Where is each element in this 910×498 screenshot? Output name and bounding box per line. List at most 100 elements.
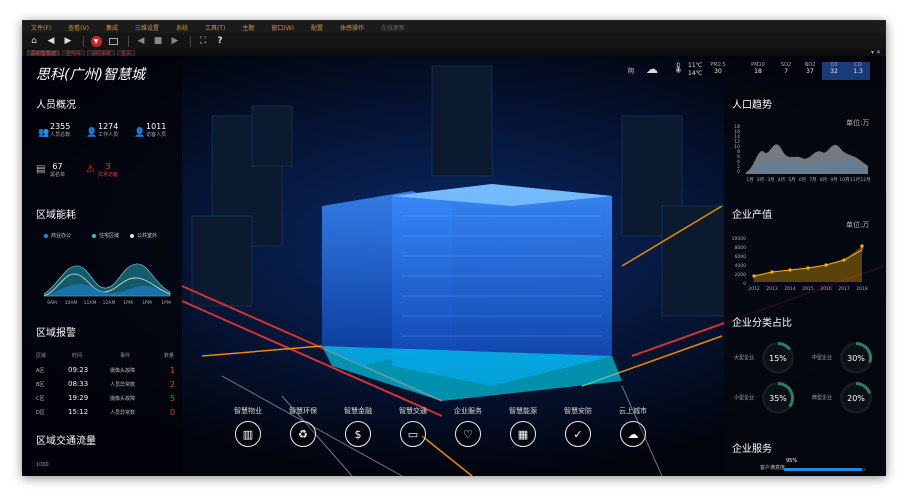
service-shortcut[interactable]: 智慧物业 ▥ (222, 406, 274, 447)
menu-item[interactable]: 查看(V) (68, 23, 89, 32)
toolbar-divider (190, 35, 191, 47)
menu-item[interactable]: 体感操作 (340, 23, 364, 32)
legend-dot (44, 233, 48, 238)
alarm-event: 摄像头故障 (110, 368, 136, 374)
blacklist-num: 67 (52, 162, 63, 171)
alarm-count: 2 (170, 380, 176, 389)
x-tick: 5月 (788, 177, 795, 183)
building-icon[interactable]: ▥ (235, 421, 261, 447)
traffic-y-top: 1000 (36, 462, 49, 468)
stat-label: 工作人员 (98, 132, 119, 138)
population-title: 人口趋势 (732, 100, 772, 111)
menu-item[interactable]: 在线更新 (381, 23, 405, 32)
x-tick: 2016 (820, 286, 832, 292)
alarm-time: 15:12 (68, 408, 89, 416)
blacklist-icon: ▤ (36, 164, 46, 175)
fullscreen-icon[interactable]: ⛶ (196, 34, 210, 48)
service-shortcut[interactable]: 智慧交通 ▭ (387, 406, 439, 447)
x-tick: 10月 (839, 177, 849, 183)
menu-item[interactable]: 文件(F) (31, 23, 51, 32)
service-label: 智慧金融 (344, 407, 372, 415)
menu-item[interactable]: 系统 (176, 23, 188, 32)
abnormal-stat: 3 异常访客 (98, 162, 118, 178)
alarm-count: 5 (170, 394, 176, 403)
stop-icon[interactable]: ■ (151, 34, 165, 48)
toolbar-divider (128, 35, 129, 47)
y-tick: 2000 (735, 272, 747, 278)
air-value: 18 (754, 68, 762, 75)
service-shortcut[interactable]: 云上城市 ☁ (607, 406, 659, 447)
money-bag-icon[interactable]: $ (345, 421, 371, 447)
menu-item[interactable]: 集成 (106, 23, 118, 32)
x-tick: 2012 (748, 286, 760, 292)
output-point (770, 270, 774, 274)
menu-item[interactable]: 配置 (311, 23, 323, 32)
legend-dot (92, 233, 96, 238)
forward-icon[interactable]: ▶ (61, 34, 75, 48)
category-label: 中型企业 (812, 355, 833, 361)
satisfaction-label: 客户满意度 (760, 465, 786, 471)
x-tick: 2015 (802, 286, 814, 292)
shield-check-icon[interactable]: ✓ (565, 421, 591, 447)
traffic-title: 区域交通流量 (36, 436, 96, 447)
output-chart: 10000 8000 6000 4000 2000 02012 2013 2014 2015 20… (732, 236, 868, 292)
table-header: 时间 (72, 353, 83, 359)
x-tick: 12月 (860, 177, 870, 183)
alarm-zone: B区 (36, 382, 45, 388)
x-tick: 2018 (856, 286, 868, 292)
service-shortcut[interactable]: 智慧安防 ✓ (552, 406, 604, 447)
warning-user-icon: ⚠ (86, 164, 95, 175)
service-title: 企业服务 (732, 444, 772, 455)
service-label: 智慧能源 (509, 407, 537, 415)
stat-num: 1274 (98, 122, 119, 131)
x-tick: 2017 (838, 286, 850, 292)
service-shortcut[interactable]: 智慧能源 ▦ (497, 406, 549, 447)
energy-icon[interactable]: ▦ (510, 421, 536, 447)
stat-num: 2355 (50, 122, 71, 131)
service-label: 智慧交通 (399, 407, 427, 415)
cloud-icon[interactable]: ☁ (620, 421, 646, 447)
service-label: 企业服务 (454, 407, 482, 415)
heart-hand-icon[interactable]: ♡ (455, 421, 481, 447)
service-shortcut[interactable]: 智慧环保 ♻ (277, 406, 329, 447)
legend-dot (130, 233, 134, 238)
step-forward-icon[interactable]: ▶ (168, 34, 182, 48)
air-value: 37 (806, 68, 814, 75)
bus-icon[interactable]: ▭ (400, 421, 426, 447)
home-icon[interactable]: ⌂ (27, 34, 41, 48)
air-reading: PM2.5 30 (706, 62, 730, 80)
back-icon[interactable]: ◀ (44, 34, 58, 48)
y-tick: 0 (743, 281, 746, 287)
window-icon[interactable] (106, 34, 120, 48)
category-value: 35% (769, 393, 787, 403)
category-label: 小型企业 (734, 395, 755, 401)
recycle-icon[interactable]: ♻ (290, 421, 316, 447)
visitor-icon: 👤 (134, 128, 146, 138)
category-ring: 15% (762, 342, 794, 374)
window-controls[interactable]: ▾ ✕ (871, 49, 881, 56)
service-shortcut[interactable]: 企业服务 ♡ (442, 406, 494, 447)
menu-item[interactable]: 主题 (242, 23, 254, 32)
abnormal-label: 异常访客 (98, 172, 119, 178)
alert-badge-icon[interactable]: ▼ (89, 34, 103, 48)
abnormal-num: 3 (105, 162, 111, 171)
legend-label: 商业办公 (51, 233, 72, 239)
x-tick: 10AM (65, 300, 78, 306)
service-label: 智慧物业 (234, 407, 262, 415)
x-tick: 12AM (103, 300, 116, 306)
service-shortcut[interactable]: 智慧金融 $ (332, 406, 384, 447)
stat-label: 访客人员 (146, 132, 167, 138)
people-stat: 2355 人员总数 (50, 122, 70, 138)
help-icon[interactable]: ? (213, 34, 227, 48)
menu-item[interactable]: 三维设置 (135, 23, 159, 32)
category-ring-inner: 30% (843, 345, 869, 371)
menu-item[interactable]: 窗口(W) (271, 23, 294, 32)
menu-item[interactable]: 工具(T) (205, 23, 225, 32)
temp-high: 11℃ (688, 62, 703, 69)
output-point (752, 274, 756, 278)
population-chart: 1816141210864201月 2月 3月 4月 5月 6月 7月 8月 9月 10月 11月 1… (734, 124, 870, 183)
category-ring: 30% (840, 342, 872, 374)
alarm-time: 19:29 (68, 394, 89, 402)
step-back-icon[interactable]: ◀ (134, 34, 148, 48)
toolbar: ⌂ ◀ ▶ ▼ ◀ ■ ▶ ⛶ ? (23, 33, 885, 49)
